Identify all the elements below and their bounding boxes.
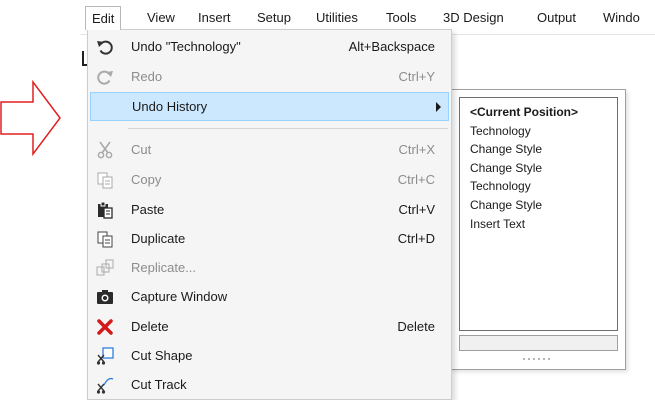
cut-icon xyxy=(96,141,114,159)
history-item-current-position[interactable]: <Current Position> xyxy=(470,104,578,120)
menu-item-label: Duplicate xyxy=(131,231,186,246)
menu-item-label: Replicate... xyxy=(131,260,197,275)
menu-item-replicate[interactable]: Replicate... xyxy=(88,253,451,282)
menu-item-undo-history[interactable]: Undo History xyxy=(90,92,449,121)
undo-history-panel: <Current Position> Technology Change Sty… xyxy=(450,89,626,370)
menu-item-shortcut: Delete xyxy=(397,319,435,334)
menu-item-label: Undo History xyxy=(132,99,208,114)
delete-icon xyxy=(96,318,114,336)
menu-item-delete[interactable]: Delete Delete xyxy=(88,312,451,341)
menu-output[interactable]: Output xyxy=(537,9,576,26)
menu-item-label: Delete xyxy=(131,319,169,334)
replicate-icon xyxy=(96,259,114,277)
undo-history-list[interactable]: <Current Position> Technology Change Sty… xyxy=(459,97,618,331)
menu-item-shortcut: Ctrl+C xyxy=(397,172,435,187)
cut-shape-icon xyxy=(96,347,114,365)
menu-item-label: Copy xyxy=(131,172,162,187)
submenu-arrow-icon xyxy=(436,102,441,112)
copy-icon xyxy=(96,171,114,189)
menu-item-label: Cut xyxy=(131,142,152,157)
history-item[interactable]: Technology xyxy=(470,123,531,139)
menu-item-label: Capture Window xyxy=(131,289,228,304)
menu-item-undo[interactable]: Undo "Technology" Alt+Backspace xyxy=(88,32,451,61)
menu-item-label: Cut Shape xyxy=(131,348,193,363)
menu-item-shortcut: Ctrl+X xyxy=(398,142,435,157)
menu-item-duplicate[interactable]: Duplicate Ctrl+D xyxy=(88,224,451,253)
history-item[interactable]: Technology xyxy=(470,178,531,194)
menu-insert[interactable]: Insert xyxy=(198,9,231,26)
menu-item-label: Paste xyxy=(131,202,165,217)
menu-item-label: Cut Track xyxy=(131,377,187,392)
edit-menu-dropdown: Undo "Technology" Alt+Backspace Redo Ctr… xyxy=(87,29,452,400)
menu-item-label: Redo xyxy=(131,69,163,84)
undo-history-status-field xyxy=(459,335,618,351)
annotation-arrow-icon xyxy=(0,80,61,156)
menu-edit[interactable]: Edit xyxy=(85,6,122,30)
menu-setup[interactable]: Setup xyxy=(257,9,291,26)
menu-tools[interactable]: Tools xyxy=(386,9,416,26)
history-item[interactable]: Change Style xyxy=(470,197,542,213)
menu-item-label: Undo "Technology" xyxy=(131,39,241,54)
duplicate-icon xyxy=(96,230,114,248)
menu-item-copy[interactable]: Copy Ctrl+C xyxy=(88,165,451,194)
menu-item-shortcut: Ctrl+V xyxy=(398,202,435,217)
cut-track-icon xyxy=(96,376,114,394)
menu-item-shortcut: Ctrl+D xyxy=(397,231,435,246)
menu-item-shortcut: Ctrl+Y xyxy=(398,69,435,84)
menu-item-cut[interactable]: Cut Ctrl+X xyxy=(88,135,451,164)
menu-window[interactable]: Windo xyxy=(603,9,640,26)
menu-item-cut-track[interactable]: Cut Track xyxy=(88,370,451,399)
redo-icon xyxy=(96,68,114,86)
menu-utilities[interactable]: Utilities xyxy=(316,9,358,26)
history-item[interactable]: Insert Text xyxy=(470,216,525,232)
paste-icon xyxy=(96,201,114,219)
menu-view[interactable]: View xyxy=(147,9,175,26)
menu-3d-design[interactable]: 3D Design xyxy=(443,9,504,26)
menu-item-shortcut: Alt+Backspace xyxy=(348,39,435,54)
history-item[interactable]: Change Style xyxy=(470,160,542,176)
resize-grip-icon[interactable] xyxy=(523,358,553,362)
camera-icon xyxy=(96,288,114,306)
menu-item-cut-shape[interactable]: Cut Shape xyxy=(88,341,451,370)
menu-item-paste[interactable]: Paste Ctrl+V xyxy=(88,195,451,224)
menu-separator xyxy=(128,128,448,129)
menu-item-redo[interactable]: Redo Ctrl+Y xyxy=(88,62,451,91)
menu-item-capture-window[interactable]: Capture Window xyxy=(88,282,451,311)
undo-icon xyxy=(96,38,114,56)
history-item[interactable]: Change Style xyxy=(470,141,542,157)
